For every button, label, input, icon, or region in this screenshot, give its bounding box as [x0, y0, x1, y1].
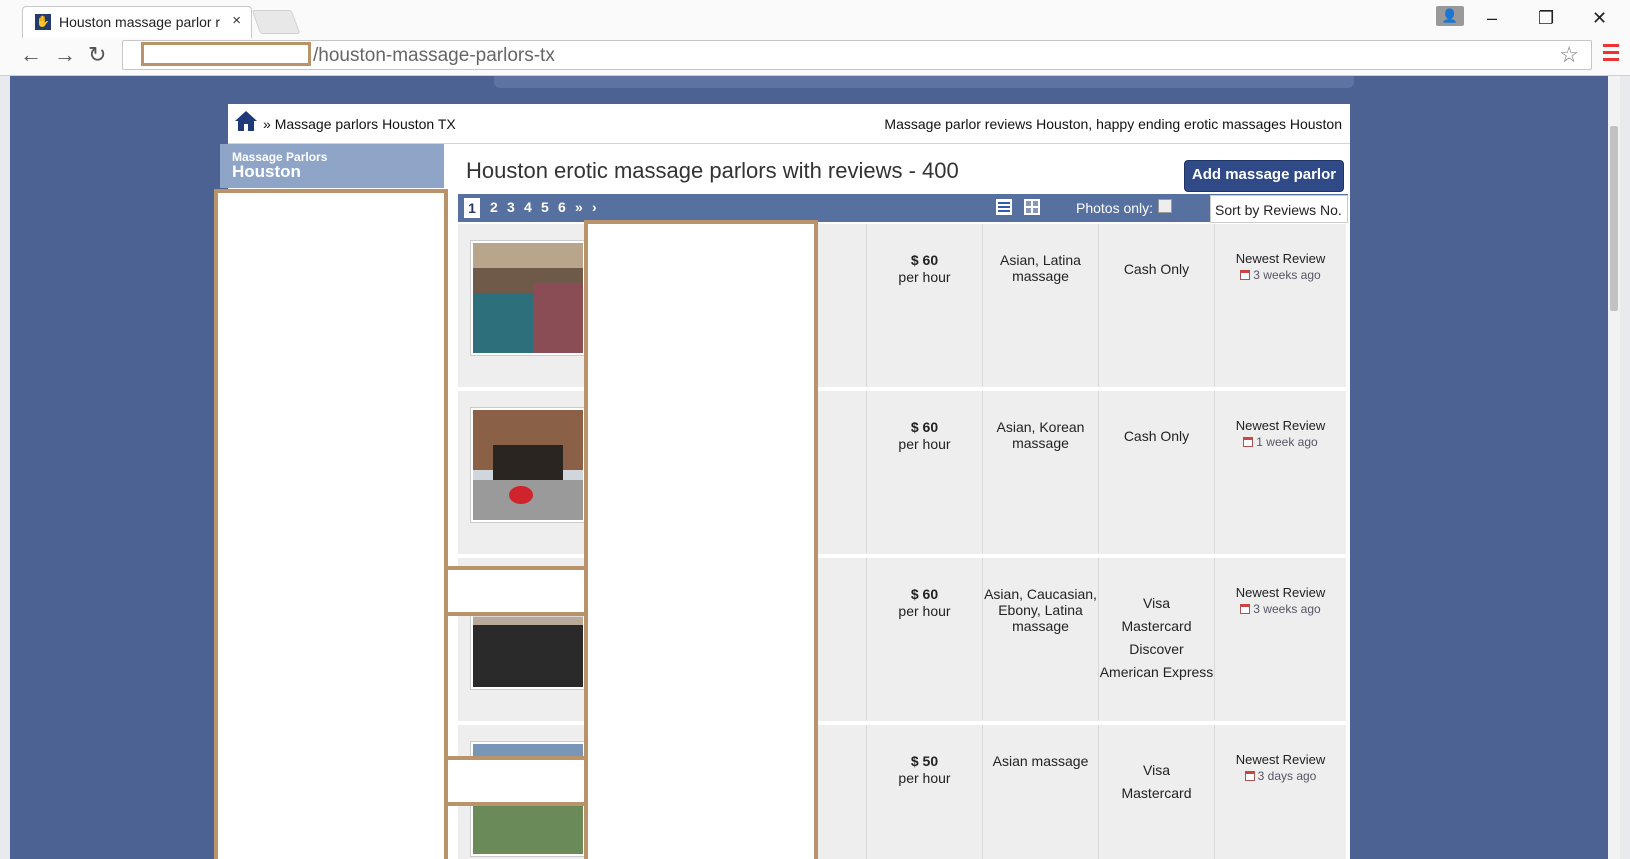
address-bar[interactable]: /houston-massage-parlors-tx ☆ [122, 40, 1592, 70]
redacted-sidebar-list [214, 189, 448, 859]
close-window-icon[interactable]: ✕ [1592, 8, 1607, 29]
pagination-bar: 1 2 3 4 5 6 » › Photos only: Sort by Rev… [458, 194, 1348, 223]
page-link-3[interactable]: 3 [507, 199, 515, 215]
browser-tab-strip: ✋ Houston massage parlor r × 👤 – ❐ ✕ [0, 0, 1630, 38]
sidebar-heading-city: Houston [232, 162, 301, 181]
listing-photo[interactable] [470, 240, 586, 356]
breadcrumb-label[interactable]: Massage parlors Houston TX [275, 116, 456, 132]
sidebar-heading: Massage Parlors Houston [220, 144, 444, 188]
calendar-icon [1240, 270, 1251, 280]
page-scrollbar[interactable] [1608, 76, 1620, 859]
browser-menu-icon[interactable] [1603, 44, 1619, 62]
page-next[interactable]: › [592, 199, 597, 215]
sort-select[interactable]: Sort by Reviews No. [1210, 195, 1348, 223]
newest-review-cell[interactable]: Newest Review 3 weeks ago [1214, 224, 1346, 386]
photos-only-checkbox[interactable] [1158, 199, 1172, 213]
service-cell: Asian, Latina massage [982, 224, 1098, 386]
payment-cell: Cash Only [1098, 391, 1214, 553]
tab-close-icon[interactable]: × [232, 12, 241, 29]
price-cell: $ 50 per hour [866, 725, 982, 859]
breadcrumb: » Massage parlors Houston TX Massage par… [228, 104, 1350, 144]
price-cell: $ 60 per hour [866, 558, 982, 720]
page-link-5[interactable]: 5 [541, 199, 549, 215]
url-path: /houston-massage-parlors-tx [313, 45, 555, 66]
home-icon[interactable] [234, 109, 258, 133]
browser-toolbar: ← → ↻ /houston-massage-parlors-tx ☆ [0, 38, 1630, 76]
price-cell: $ 60 per hour [866, 391, 982, 553]
newest-review-cell[interactable]: Newest Review 1 week ago [1214, 391, 1346, 553]
minimize-icon[interactable]: – [1487, 8, 1497, 29]
service-cell: Asian, Korean massage [982, 391, 1098, 553]
page-title: Houston erotic massage parlors with revi… [466, 158, 959, 183]
page-next-double[interactable]: » [575, 199, 583, 215]
profile-icon[interactable]: 👤 [1436, 6, 1464, 26]
page-link-2[interactable]: 2 [490, 199, 498, 215]
listing-photo[interactable] [470, 407, 586, 523]
add-massage-parlor-button[interactable]: Add massage parlor [1184, 160, 1344, 192]
back-arrow-icon[interactable]: ← [20, 42, 42, 68]
breadcrumb-separator: » [263, 116, 271, 132]
service-cell: Asian massage [982, 725, 1098, 859]
header-strip [494, 76, 1354, 88]
price-cell: $ 60 per hour [866, 224, 982, 386]
photos-only-label: Photos only: [1076, 200, 1154, 216]
scrollbar-thumb[interactable] [1610, 126, 1618, 311]
redacted-listing-names [584, 220, 818, 859]
newest-review-cell[interactable]: Newest Review 3 weeks ago [1214, 558, 1346, 720]
calendar-icon [1243, 437, 1254, 447]
tab-title: Houston massage parlor r [59, 14, 221, 30]
page-container: » Massage parlors Houston TX Massage par… [214, 104, 1350, 859]
calendar-icon [1240, 604, 1251, 614]
reload-icon[interactable]: ↻ [88, 42, 106, 68]
payment-cell: Visa Mastercard [1098, 725, 1214, 859]
browser-tab[interactable]: ✋ Houston massage parlor r × [22, 6, 252, 38]
forward-arrow-icon[interactable]: → [54, 42, 76, 68]
site-favicon-icon: ✋ [35, 14, 51, 30]
calendar-icon [1244, 771, 1255, 781]
newest-review-cell[interactable]: Newest Review 3 days ago [1214, 725, 1346, 859]
list-view-icon[interactable] [996, 199, 1012, 215]
restore-icon[interactable]: ❐ [1538, 8, 1554, 29]
page-link-4[interactable]: 4 [524, 199, 532, 215]
breadcrumb-current: » Massage parlors Houston TX [263, 116, 456, 132]
payment-cell: Visa Mastercard Discover American Express [1098, 558, 1214, 720]
page-link-6[interactable]: 6 [558, 199, 566, 215]
redacted-label [444, 566, 588, 616]
bookmark-star-icon[interactable]: ☆ [1559, 42, 1579, 68]
grid-view-icon[interactable] [1024, 199, 1040, 215]
redacted-domain [141, 42, 311, 66]
redacted-label [444, 756, 588, 806]
new-tab-button[interactable] [251, 10, 301, 34]
page-tagline: Massage parlor reviews Houston, happy en… [884, 116, 1342, 132]
payment-cell: Cash Only [1098, 224, 1214, 386]
page-viewport: » Massage parlors Houston TX Massage par… [10, 76, 1620, 859]
service-cell: Asian, Caucasian, Ebony, Latina massage [982, 558, 1098, 720]
page-link-1[interactable]: 1 [464, 198, 480, 218]
